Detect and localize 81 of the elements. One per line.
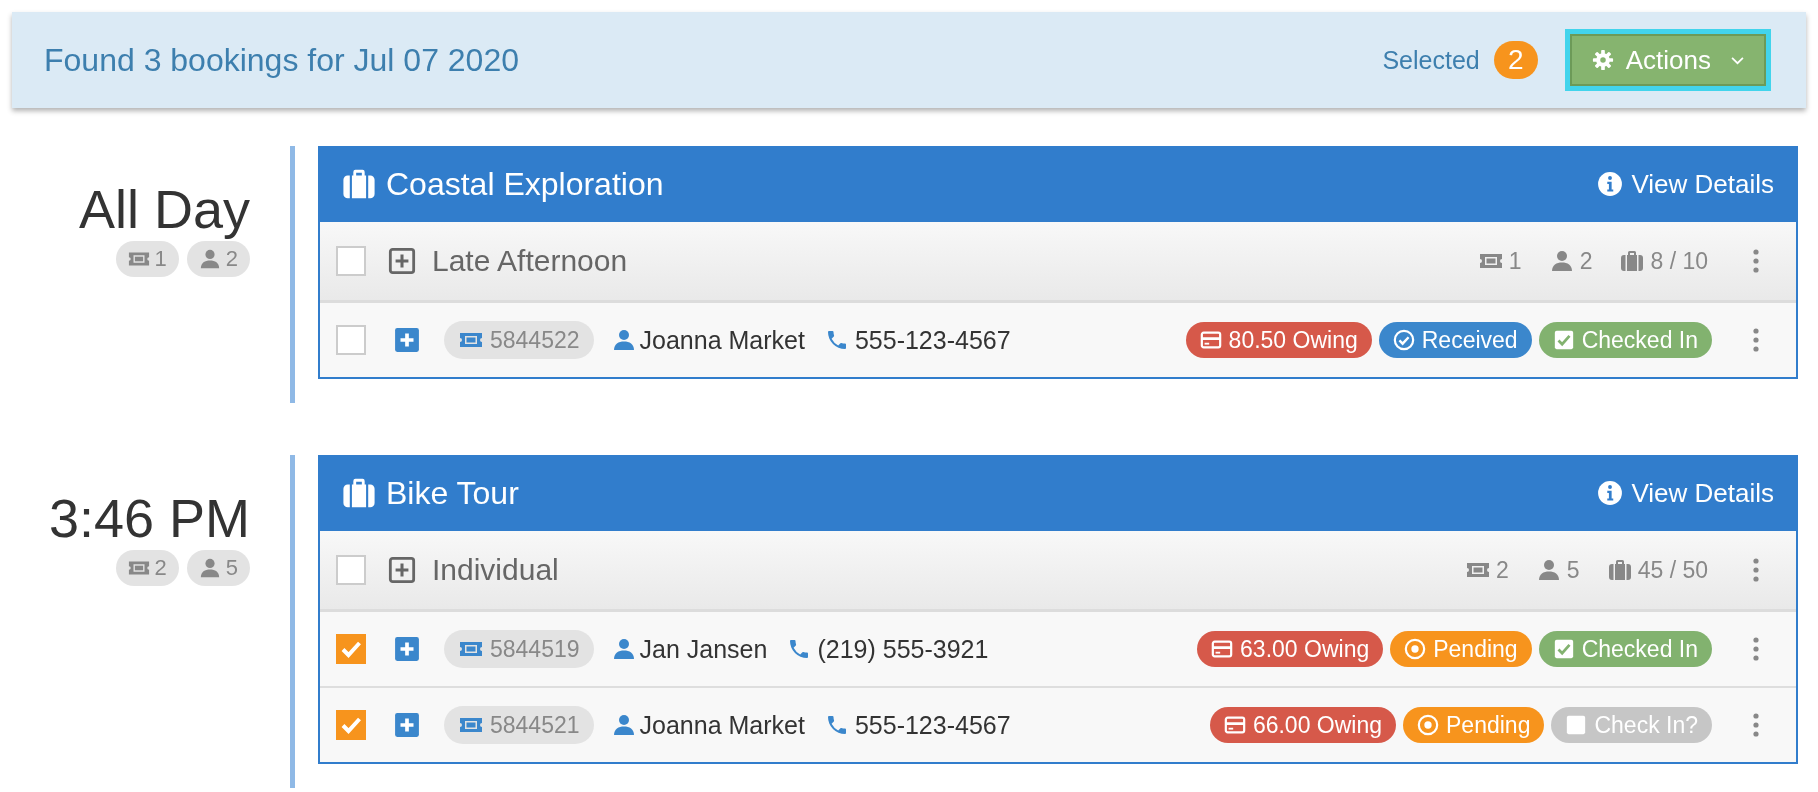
guest-count: 5 <box>1566 556 1580 584</box>
guest-count: 5 <box>225 555 238 582</box>
checkbox[interactable] <box>336 555 366 585</box>
credit-card-icon <box>1211 638 1234 660</box>
session-name: Individual <box>432 553 559 587</box>
dot-circle-icon <box>1404 638 1427 660</box>
chevron-down-icon <box>1731 55 1744 65</box>
booking-id: 5844522 <box>490 326 580 354</box>
payment-status: Received <box>1421 326 1518 354</box>
more-menu-icon[interactable] <box>1752 636 1760 662</box>
empty-box-icon <box>1565 714 1588 736</box>
checkbox[interactable] <box>336 325 366 355</box>
expand-icon[interactable] <box>394 712 420 738</box>
product-title: Coastal Exploration <box>386 165 664 203</box>
owing-amount: 63.00 Owing <box>1240 635 1370 663</box>
guest-count: 2 <box>1579 247 1593 275</box>
customer-name: Joanna Market <box>639 325 805 355</box>
phone-number: 555-123-4567 <box>854 710 1011 740</box>
more-menu-icon[interactable] <box>1752 248 1760 274</box>
check-in-button[interactable]: Checked In <box>1538 322 1712 358</box>
owing-amount: 80.50 Owing <box>1228 326 1358 354</box>
person-icon <box>1536 558 1561 582</box>
more-menu-icon[interactable] <box>1752 557 1760 583</box>
checked-box-icon <box>1552 638 1575 660</box>
booking-id: 5844519 <box>490 635 580 663</box>
more-menu-icon[interactable] <box>1752 327 1760 353</box>
phone-number: (219) 555-3921 <box>817 634 989 664</box>
suitcase-icon <box>342 476 376 510</box>
expand-icon[interactable] <box>394 327 420 353</box>
person-icon <box>611 328 636 352</box>
customer-name: Joanna Market <box>639 710 805 740</box>
session-name: Late Afternoon <box>432 244 628 278</box>
info-icon <box>1597 171 1624 197</box>
dot-circle-icon <box>1417 714 1439 736</box>
owing-amount: 66.00 Owing <box>1252 711 1382 739</box>
selected-label: Selected <box>1382 45 1480 75</box>
info-icon <box>1597 480 1624 506</box>
suitcase-icon <box>1607 558 1632 582</box>
check-circle-icon <box>1392 329 1415 351</box>
time-label: 3:46 PM <box>48 489 250 549</box>
product-title: Bike Tour <box>386 474 519 512</box>
person-icon <box>1549 249 1574 273</box>
booking-id-chip[interactable]: 5844519 <box>444 630 594 668</box>
credit-card-icon <box>1199 329 1222 351</box>
person-icon <box>198 557 221 580</box>
person-icon <box>198 248 221 271</box>
payment-status: Pending <box>1446 711 1531 739</box>
booking-id-chip[interactable]: 5844521 <box>444 706 594 744</box>
person-icon <box>611 637 636 661</box>
settings-icon <box>1591 49 1614 71</box>
expand-icon[interactable] <box>388 247 416 275</box>
checked-box-icon <box>1552 329 1575 351</box>
checkbox[interactable] <box>336 634 366 664</box>
capacity-count: 8 / 10 <box>1650 247 1708 275</box>
view-details-link[interactable]: View Details <box>1597 168 1774 200</box>
check-in-button[interactable]: Checked In <box>1538 631 1712 667</box>
suitcase-icon <box>342 167 376 201</box>
results-title: Found 3 bookings for Jul 07 2020 <box>44 41 519 79</box>
booking-id: 5844521 <box>490 711 580 739</box>
check-in-button[interactable]: Check In? <box>1551 707 1712 743</box>
suitcase-icon <box>1620 249 1645 273</box>
guest-count: 2 <box>225 246 238 273</box>
capacity-count: 45 / 50 <box>1637 556 1708 584</box>
selected-count-badge: 2 <box>1493 41 1538 79</box>
payment-status: Pending <box>1433 635 1518 663</box>
checkbox[interactable] <box>336 710 366 740</box>
credit-card-icon <box>1223 714 1246 736</box>
phone-number: 555-123-4567 <box>854 325 1011 355</box>
expand-icon[interactable] <box>394 636 420 662</box>
view-details-link[interactable]: View Details <box>1597 477 1774 509</box>
ticket-count: 1 <box>154 246 167 273</box>
checkbox[interactable] <box>336 246 366 276</box>
time-label: All Day <box>78 180 250 240</box>
ticket-count: 1 <box>1508 247 1522 275</box>
customer-name: Jan Jansen <box>639 634 768 664</box>
ticket-count: 2 <box>154 555 167 582</box>
more-menu-icon[interactable] <box>1752 712 1760 738</box>
ticket-count: 2 <box>1496 556 1509 584</box>
booking-id-chip[interactable]: 5844522 <box>444 321 594 359</box>
person-icon <box>611 713 636 737</box>
expand-icon[interactable] <box>388 556 416 584</box>
